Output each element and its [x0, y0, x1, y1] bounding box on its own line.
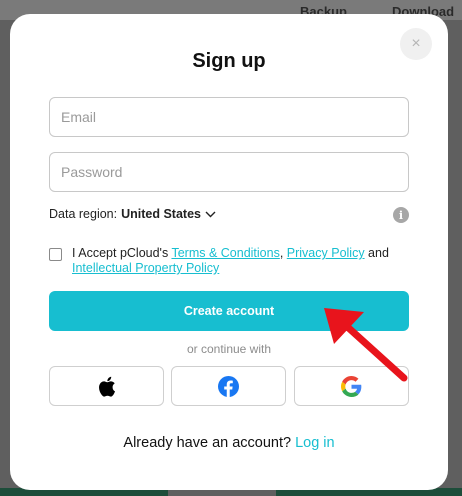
login-link[interactable]: Log in [295, 435, 335, 451]
accept-comma: , [279, 246, 287, 260]
privacy-policy-link[interactable]: Privacy Policy [287, 246, 365, 260]
accept-and: and [364, 246, 389, 260]
accept-terms: I Accept pCloud's Terms & Conditions, Pr… [49, 246, 409, 276]
facebook-signin-button[interactable] [171, 366, 286, 406]
already-text: Already have an account? [123, 435, 292, 451]
data-region-value: United States [121, 207, 201, 221]
or-continue-text: or continue with [186, 342, 272, 356]
data-region-label: Data region: [49, 207, 118, 221]
data-region: Data region: United States [49, 207, 216, 221]
password-field[interactable] [49, 152, 409, 192]
apple-icon [98, 376, 115, 397]
page-title: Sign up [192, 50, 266, 72]
email-field[interactable] [49, 97, 409, 137]
apple-signin-button[interactable] [49, 366, 164, 406]
chevron-down-icon [205, 211, 216, 217]
accept-checkbox[interactable] [49, 248, 62, 261]
create-account-button[interactable]: Create account [49, 291, 409, 331]
data-region-select[interactable]: United States [121, 207, 216, 221]
accept-text: I Accept pCloud's Terms & Conditions, Pr… [72, 246, 389, 276]
signup-modal: × Sign up Data region: United States i I… [10, 14, 448, 490]
info-icon[interactable]: i [393, 207, 409, 223]
facebook-icon [218, 375, 239, 397]
login-prompt: Already have an account? Log in [10, 435, 448, 451]
ip-policy-link[interactable]: Intellectual Property Policy [72, 261, 219, 275]
accept-prefix: I Accept pCloud's [72, 246, 172, 260]
google-icon [341, 375, 362, 397]
google-signin-button[interactable] [294, 366, 409, 406]
terms-link[interactable]: Terms & Conditions [171, 246, 279, 260]
